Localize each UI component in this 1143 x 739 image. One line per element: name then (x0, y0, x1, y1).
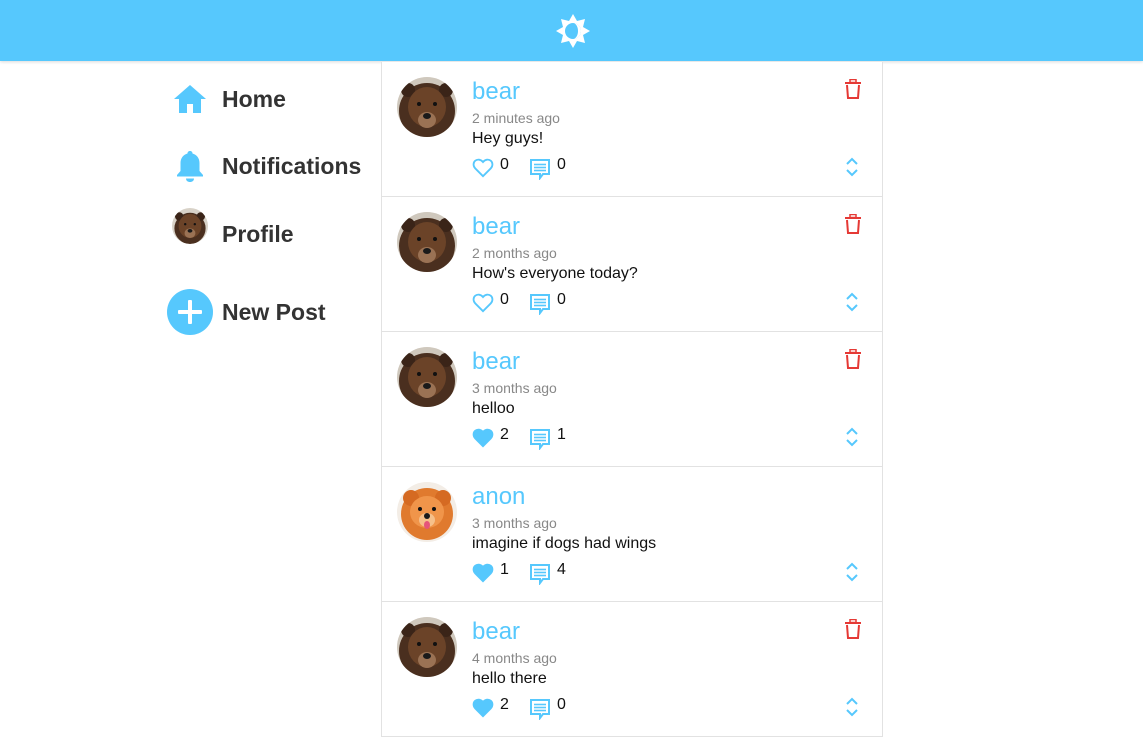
post-avatar[interactable] (397, 77, 457, 137)
post-body: imagine if dogs had wings (472, 535, 657, 552)
like-count: 0 (500, 156, 509, 173)
bell-icon (165, 141, 215, 191)
expand-icon[interactable] (844, 291, 860, 313)
post-body: How's everyone today? (472, 265, 638, 282)
comment-button[interactable]: 0 (529, 696, 566, 722)
like-count: 0 (500, 291, 509, 308)
comment-count: 0 (557, 696, 566, 713)
like-button[interactable]: 1 (472, 561, 509, 587)
comment-count: 4 (557, 561, 566, 578)
sidebar-item-label: New Post (222, 298, 326, 325)
like-button[interactable]: 0 (472, 291, 509, 317)
comment-count: 1 (557, 426, 566, 443)
post-timestamp: 2 minutes ago (472, 110, 560, 126)
comment-button[interactable]: 1 (529, 426, 566, 452)
heart-outline-icon (472, 158, 494, 178)
post-card: anon 3 months ago imagine if dogs had wi… (381, 467, 883, 602)
post-card: bear 3 months ago helloo 2 1 (381, 332, 883, 467)
theme-toggle-icon[interactable] (555, 13, 591, 49)
comment-button[interactable]: 4 (529, 561, 566, 587)
sidebar-item-new-post[interactable]: New Post (165, 287, 326, 337)
comment-icon (530, 429, 550, 450)
like-button[interactable]: 0 (472, 156, 509, 182)
home-icon (165, 74, 215, 124)
post-actions: 2 1 (472, 426, 872, 452)
post-avatar[interactable] (397, 617, 457, 677)
post-avatar[interactable] (397, 347, 457, 407)
post-body: hello there (472, 670, 547, 687)
comment-icon (530, 699, 550, 720)
comment-count: 0 (557, 291, 566, 308)
post-body: helloo (472, 400, 515, 417)
heart-filled-icon (472, 563, 494, 583)
post-body: Hey guys! (472, 130, 544, 147)
post-card: bear 4 months ago hello there 2 0 (381, 602, 883, 737)
sidebar-item-notifications[interactable]: Notifications (165, 141, 361, 191)
expand-icon[interactable] (844, 696, 860, 718)
post-actions: 0 0 (472, 156, 872, 182)
expand-icon[interactable] (844, 426, 860, 448)
post-avatar[interactable] (397, 212, 457, 272)
sidebar-item-label: Profile (222, 220, 294, 247)
heart-filled-icon (472, 428, 494, 448)
post-actions: 0 0 (472, 291, 872, 317)
comment-icon (530, 564, 550, 585)
plus-circle-icon (165, 287, 215, 337)
post-author[interactable]: anon (472, 483, 525, 511)
top-bar (0, 0, 1143, 61)
trash-icon[interactable] (844, 618, 862, 639)
comment-icon (530, 294, 550, 315)
expand-icon[interactable] (844, 156, 860, 178)
heart-filled-icon (472, 698, 494, 718)
sidebar-item-label: Notifications (222, 152, 362, 179)
comment-button[interactable]: 0 (529, 156, 566, 182)
sidebar-item-home[interactable]: Home (165, 74, 286, 124)
post-author[interactable]: bear (472, 348, 520, 376)
post-card: bear 2 minutes ago Hey guys! 0 0 (381, 62, 883, 197)
post-card: bear 2 months ago How's everyone today? … (381, 197, 883, 332)
post-avatar[interactable] (397, 482, 457, 542)
like-button[interactable]: 2 (472, 696, 509, 722)
comment-icon (530, 159, 550, 180)
sidebar-item-profile[interactable]: Profile (165, 208, 294, 259)
post-timestamp: 4 months ago (472, 650, 557, 666)
heart-outline-icon (472, 293, 494, 313)
post-author[interactable]: bear (472, 78, 520, 106)
post-timestamp: 2 months ago (472, 245, 557, 261)
like-count: 2 (500, 696, 509, 713)
comment-count: 0 (557, 156, 566, 173)
trash-icon[interactable] (844, 348, 862, 369)
post-timestamp: 3 months ago (472, 515, 557, 531)
post-author[interactable]: bear (472, 213, 520, 241)
like-count: 1 (500, 561, 509, 578)
expand-icon[interactable] (844, 561, 860, 583)
like-count: 2 (500, 426, 509, 443)
trash-icon[interactable] (844, 78, 862, 99)
comment-button[interactable]: 0 (529, 291, 566, 317)
profile-avatar (165, 208, 215, 259)
like-button[interactable]: 2 (472, 426, 509, 452)
post-actions: 1 4 (472, 561, 872, 587)
trash-icon[interactable] (844, 213, 862, 234)
post-actions: 2 0 (472, 696, 872, 722)
post-author[interactable]: bear (472, 618, 520, 646)
post-timestamp: 3 months ago (472, 380, 557, 396)
sidebar-item-label: Home (222, 85, 286, 112)
